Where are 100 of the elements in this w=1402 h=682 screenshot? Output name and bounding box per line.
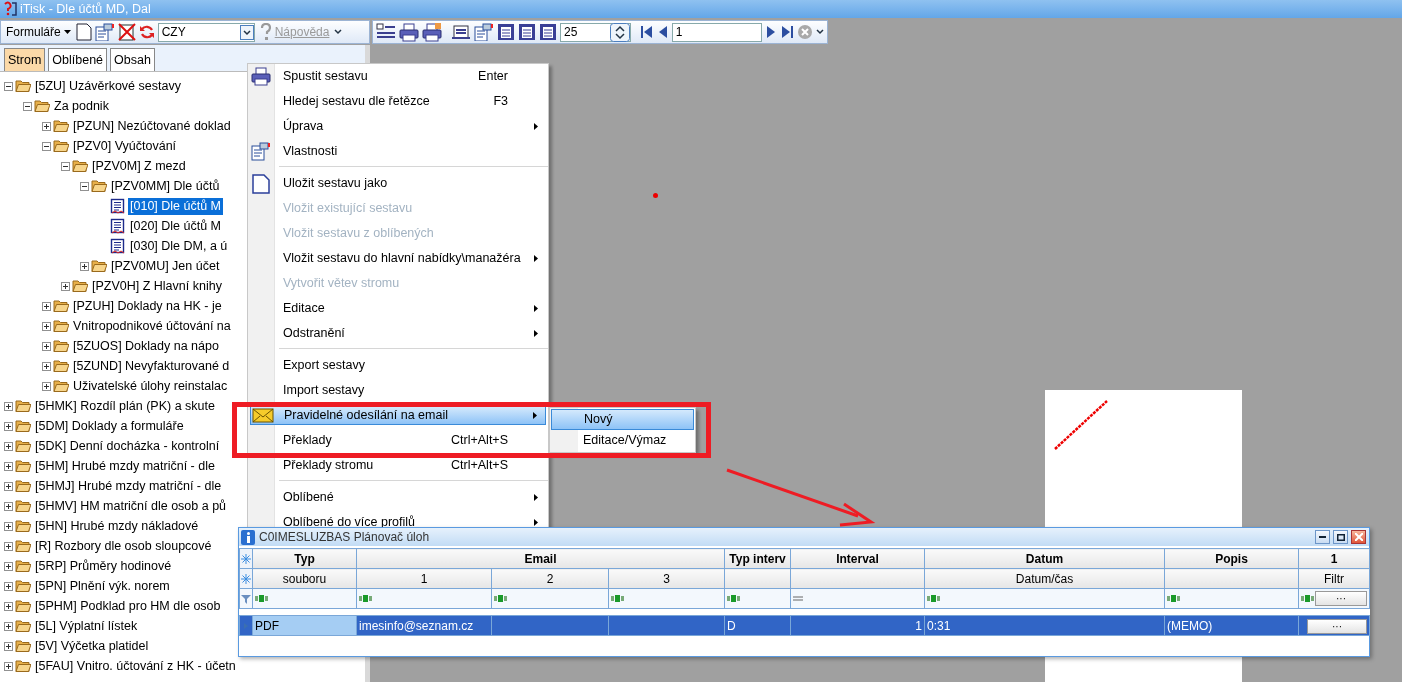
expand-icon[interactable] <box>42 381 51 391</box>
tree-item[interactable]: [R] Rozbory dle osob sloupcové <box>33 537 214 555</box>
tree-item[interactable]: [PZV0MU] Jen účet <box>109 257 222 275</box>
tree-item[interactable]: [5HMV] HM matriční dle osob a pů <box>33 497 229 515</box>
tree-item[interactable]: [5V] Výčetka platidel <box>33 637 151 655</box>
page-field[interactable]: 1 <box>671 22 762 42</box>
collapse-icon[interactable] <box>42 141 51 151</box>
tree-item[interactable]: [5FAU] Vnitro. účtování z HK - účetn <box>33 657 238 675</box>
expand-icon[interactable] <box>4 481 13 491</box>
properties-icon[interactable] <box>474 23 494 41</box>
menu-item[interactable]: Vlastnosti <box>250 142 546 161</box>
expand-icon[interactable] <box>4 421 13 431</box>
list-icon[interactable] <box>376 23 396 41</box>
printer-icon[interactable] <box>422 22 442 42</box>
expand-icon[interactable] <box>4 441 13 451</box>
tree-item[interactable]: [5DM] Doklady a formuláře <box>33 417 186 435</box>
next-page-icon[interactable] <box>765 25 777 39</box>
refresh-icon[interactable] <box>138 24 155 40</box>
tree-item[interactable]: [5L] Výplatní lístek <box>33 617 140 635</box>
tree-item[interactable]: [5HMK] Rozdíl plán (PK) a skute <box>33 397 217 415</box>
menu-item[interactable]: Export sestavy <box>250 356 546 375</box>
ellipsis-button[interactable]: ··· <box>1307 618 1368 634</box>
expand-icon[interactable] <box>4 601 13 611</box>
tree-item[interactable]: [PZV0] Vyúčtování <box>71 137 179 155</box>
expand-icon[interactable] <box>4 521 13 531</box>
ellipsis-button[interactable]: ··· <box>1315 591 1368 606</box>
table-row[interactable]: PDF imesinfo@seznam.cz D 1 0:31 (MEMO) ··· <box>239 615 1370 636</box>
tree-item[interactable]: [020] Dle účtů M <box>128 217 223 235</box>
maximize-button[interactable] <box>1333 530 1348 544</box>
expand-icon[interactable] <box>4 541 13 551</box>
collapse-icon[interactable] <box>23 101 32 111</box>
expand-icon[interactable] <box>42 361 51 371</box>
tree-item[interactable]: [5ZUOS] Doklady na nápo <box>71 337 221 355</box>
close-button[interactable] <box>1351 530 1366 544</box>
expand-icon[interactable] <box>4 401 13 411</box>
menu-item[interactable]: Editace/Výmaz <box>551 430 694 451</box>
collapse-icon[interactable] <box>4 81 13 91</box>
properties-icon[interactable] <box>94 23 115 41</box>
expand-icon[interactable] <box>42 301 51 311</box>
last-page-icon[interactable] <box>780 25 794 39</box>
menu-item[interactable]: Import sestavy <box>250 381 546 400</box>
tree-item[interactable]: [PZV0MM] Dle účtů <box>109 177 222 195</box>
tree-item[interactable]: [5ZUND] Nevyfakturované d <box>71 357 232 375</box>
expand-icon[interactable] <box>4 581 13 591</box>
page-setup-icon[interactable] <box>451 23 471 41</box>
collapse-icon[interactable] <box>61 161 70 171</box>
one-page-icon[interactable] <box>497 23 515 41</box>
tree-item[interactable]: [010] Dle účtů M <box>128 197 223 215</box>
menu-item[interactable]: Úprava <box>250 117 546 136</box>
tree-item[interactable]: [PZUN] Nezúčtované doklad <box>71 117 233 135</box>
expand-icon[interactable] <box>4 621 13 631</box>
language-select[interactable]: CZY <box>157 22 255 42</box>
expand-icon[interactable] <box>4 641 13 651</box>
menu-item[interactable]: Hledej sestavu dle řetězce F3 <box>250 92 546 111</box>
tab[interactable]: Obsah <box>110 48 155 71</box>
chevron-icon[interactable] <box>816 28 824 36</box>
expand-icon[interactable] <box>42 121 51 131</box>
two-pages-icon[interactable] <box>518 23 536 41</box>
menu-item[interactable]: Překlady Ctrl+Alt+S <box>250 431 546 450</box>
delete-icon[interactable] <box>117 23 136 41</box>
tree-item[interactable]: [PZV0H] Z Hlavní knihy <box>90 277 224 295</box>
zoom-spinner[interactable]: 25 <box>560 22 631 42</box>
menu-item[interactable]: Oblíbené <box>250 488 546 507</box>
tree-item[interactable]: [5RP] Průměry hodinové <box>33 557 174 575</box>
expand-icon[interactable] <box>4 461 13 471</box>
menu-item[interactable]: Nový <box>551 409 694 430</box>
menu-item[interactable]: Vložit sestavu do hlavní nabídky\manažéra <box>250 249 546 268</box>
tree-item[interactable]: Vnitropodnikové účtování na <box>71 317 233 335</box>
expand-icon[interactable] <box>4 561 13 571</box>
tab[interactable]: Strom <box>4 48 46 71</box>
expand-icon[interactable] <box>80 261 89 271</box>
collapse-icon[interactable] <box>80 181 89 191</box>
minimize-button[interactable] <box>1315 530 1330 544</box>
tree-item[interactable]: [5PN] Plnění výk. norem <box>33 577 172 595</box>
printer-icon[interactable] <box>399 22 419 42</box>
expand-icon[interactable] <box>61 281 70 291</box>
tab[interactable]: Oblíbené <box>48 48 108 71</box>
tree-item[interactable]: [PZUH] Doklady na HK - je <box>71 297 224 315</box>
tree-item[interactable]: [5PHM] Podklad pro HM dle osob <box>33 597 223 615</box>
tree-item[interactable]: [5HMJ] Hrubé mzdy matriční - dle <box>33 477 224 495</box>
four-pages-icon[interactable] <box>539 23 557 41</box>
menu-item[interactable]: Uložit sestavu jako <box>250 174 546 193</box>
tree-item[interactable]: [5HN] Hrubé mzdy nákladové <box>33 517 201 535</box>
menu-item[interactable]: Odstranění <box>250 324 546 343</box>
expand-icon[interactable] <box>42 341 51 351</box>
first-page-icon[interactable] <box>639 25 654 39</box>
menu-item[interactable]: Překlady stromu Ctrl+Alt+S <box>250 456 546 475</box>
expand-icon[interactable] <box>42 321 51 331</box>
expand-icon[interactable] <box>4 661 13 671</box>
menu-item[interactable]: Editace <box>250 299 546 318</box>
chevron-icon[interactable] <box>334 28 343 36</box>
expand-icon[interactable] <box>4 501 13 511</box>
tree-item[interactable]: [5HM] Hrubé mzdy matriční - dle <box>33 457 217 475</box>
tree-item[interactable]: [5ZU] Uzávěrkové sestavy <box>33 77 183 95</box>
forms-menu-button[interactable]: Formuláře <box>4 21 73 43</box>
new-page-icon[interactable] <box>75 23 92 41</box>
tree-item[interactable]: Uživatelské úlohy reinstalac <box>71 377 230 395</box>
tree-item[interactable]: Za podnik <box>52 97 111 115</box>
tree-item[interactable]: [5DK] Denní docházka - kontrolní <box>33 437 222 455</box>
menu-item[interactable]: Oblíbené do více profilů <box>250 513 546 532</box>
